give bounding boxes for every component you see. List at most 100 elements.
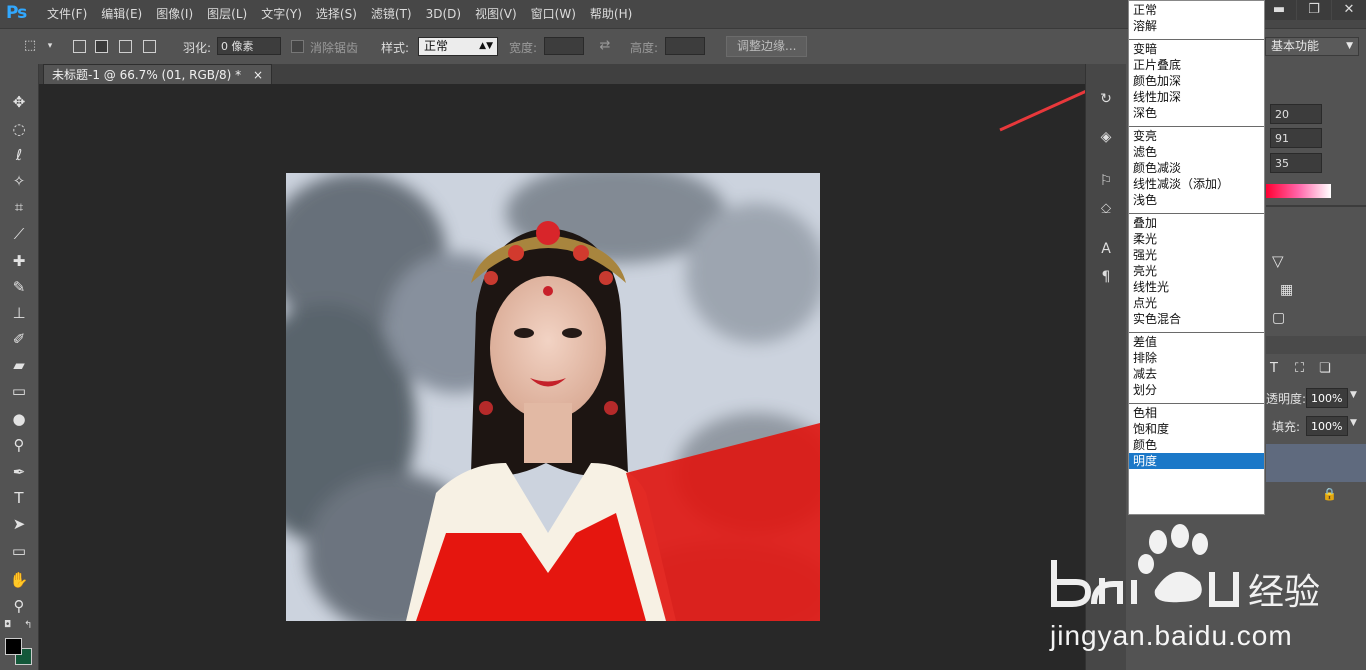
clone-stamp-icon[interactable]: ⊥ [8, 303, 30, 323]
menu-type[interactable]: 文字(Y) [254, 0, 309, 28]
dodge-tool-icon[interactable]: ⚲ [8, 435, 30, 455]
blend-item[interactable]: 差值 [1129, 334, 1264, 350]
blend-item[interactable]: 颜色 [1129, 437, 1264, 453]
height-input[interactable] [665, 37, 705, 55]
close-tab-icon[interactable]: × [253, 68, 263, 82]
chevron-down-icon[interactable]: ▼ [1350, 390, 1357, 400]
style-select[interactable]: 正常 ▲▼ [418, 37, 498, 56]
move-tool-icon[interactable]: ✥ [8, 92, 30, 112]
hand-tool-icon[interactable]: ✋ [8, 570, 30, 590]
blur-tool-icon[interactable]: ● [8, 409, 30, 429]
blend-item[interactable]: 溶解 [1129, 18, 1264, 34]
foreground-color-swatch[interactable] [5, 638, 22, 655]
eyedropper-icon[interactable]: ⟋ [8, 224, 30, 244]
blend-item[interactable]: 线性光 [1129, 279, 1264, 295]
color-b-input[interactable]: 35 [1270, 153, 1322, 173]
color-ramp[interactable] [1266, 184, 1331, 198]
adjustment-square-icon[interactable]: ▢ [1272, 310, 1285, 326]
menu-view[interactable]: 视图(V) [468, 0, 524, 28]
history-icon[interactable]: ↻ [1096, 90, 1116, 108]
blend-item[interactable]: 饱和度 [1129, 421, 1264, 437]
blend-item[interactable]: 实色混合 [1129, 311, 1264, 327]
minimize-button[interactable]: ▬ [1262, 0, 1296, 20]
color-g-input[interactable]: 91 [1270, 128, 1322, 148]
swap-colors-icon[interactable]: ↰ [24, 620, 32, 631]
blend-item[interactable]: 深色 [1129, 105, 1264, 121]
shape-filter-icon[interactable]: ⛶ [1295, 361, 1304, 376]
close-button[interactable]: ✕ [1332, 0, 1366, 20]
blend-item[interactable]: 正片叠底 [1129, 57, 1264, 73]
intersect-selection-icon[interactable] [143, 40, 156, 53]
menu-file[interactable]: 文件(F) [40, 0, 94, 28]
adjustment-triangle-icon[interactable]: ▽ [1272, 252, 1284, 270]
blend-item[interactable]: 叠加 [1129, 215, 1264, 231]
new-selection-icon[interactable] [73, 40, 86, 53]
blend-item[interactable]: 线性减淡（添加） [1129, 176, 1264, 192]
document-tab[interactable]: 未标题-1 @ 66.7% (01, RGB/8) * × [43, 64, 273, 85]
blend-item[interactable]: 柔光 [1129, 231, 1264, 247]
brush-tool-icon[interactable]: ✎ [8, 277, 30, 297]
subtract-selection-icon[interactable] [119, 40, 132, 53]
restore-button[interactable]: ❐ [1297, 0, 1331, 20]
add-selection-icon[interactable] [95, 40, 108, 53]
type-tool-icon[interactable]: T [8, 488, 30, 508]
color-r-input[interactable]: 20 [1270, 104, 1322, 124]
workspace-select[interactable]: 基本功能 ▼ [1265, 37, 1359, 56]
antialias-checkbox[interactable] [291, 40, 304, 53]
3d-icon[interactable]: ◈ [1096, 128, 1116, 146]
menu-filter[interactable]: 滤镜(T) [364, 0, 419, 28]
pen-tool-icon[interactable]: ✒ [8, 462, 30, 482]
document-canvas-image[interactable] [286, 173, 820, 621]
menu-image[interactable]: 图像(I) [149, 0, 200, 28]
menu-select[interactable]: 选择(S) [309, 0, 364, 28]
blend-item[interactable]: 浅色 [1129, 192, 1264, 208]
default-colors-icon[interactable]: ◘ [4, 620, 11, 630]
character-icon[interactable]: A [1096, 240, 1116, 258]
gradient-icon[interactable]: ▭ [8, 381, 30, 401]
blend-item[interactable]: 滤色 [1129, 144, 1264, 160]
crop-tool-icon[interactable]: ⌗ [8, 197, 30, 217]
blend-mode-dropdown[interactable]: 正常 溶解 变暗 正片叠底 颜色加深 线性加深 深色 变亮 滤色 颜色减淡 线性… [1128, 0, 1265, 515]
tool-preset-chevron-icon[interactable]: ▾ [42, 38, 58, 54]
fill-input[interactable]: 100% [1306, 416, 1348, 436]
blend-item-selected[interactable]: 明度 [1129, 453, 1264, 469]
layer-row[interactable] [1266, 482, 1366, 522]
blend-item[interactable]: 变暗 [1129, 41, 1264, 57]
feather-input[interactable]: 0 像素 [217, 37, 281, 55]
menu-help[interactable]: 帮助(H) [583, 0, 639, 28]
zoom-tool-icon[interactable]: ⚲ [8, 596, 30, 616]
refine-edge-button[interactable]: 调整边缘... [726, 36, 808, 57]
grid-icon[interactable]: ▦ [1280, 282, 1293, 298]
menu-layer[interactable]: 图层(L) [200, 0, 254, 28]
path-selection-icon[interactable]: ➤ [8, 514, 30, 534]
blend-item[interactable]: 色相 [1129, 405, 1264, 421]
blend-item[interactable]: 变亮 [1129, 128, 1264, 144]
menu-edit[interactable]: 编辑(E) [94, 0, 149, 28]
blend-item[interactable]: 划分 [1129, 382, 1264, 398]
menu-3d[interactable]: 3D(D) [419, 0, 468, 28]
rectangle-tool-icon[interactable]: ▭ [8, 541, 30, 561]
blend-item[interactable]: 排除 [1129, 350, 1264, 366]
menu-window[interactable]: 窗口(W) [524, 0, 583, 28]
blend-item[interactable]: 正常 [1129, 2, 1264, 18]
type-filter-icon[interactable]: T [1270, 361, 1278, 376]
width-input[interactable] [544, 37, 584, 55]
paragraph-icon[interactable]: ¶ [1096, 268, 1116, 286]
chevron-down-icon[interactable]: ▼ [1350, 418, 1357, 428]
blend-item[interactable]: 点光 [1129, 295, 1264, 311]
history-brush-icon[interactable]: ✐ [8, 329, 30, 349]
clone-source-icon[interactable]: ⎐ [1096, 200, 1116, 218]
swap-icon[interactable]: ⇄ [597, 38, 613, 54]
brush-presets-icon[interactable]: ⚐ [1096, 172, 1116, 190]
blend-item[interactable]: 亮光 [1129, 263, 1264, 279]
lasso-tool-icon[interactable]: ℓ [8, 145, 30, 165]
layer-row-selected[interactable] [1266, 444, 1366, 482]
elliptical-marquee-icon[interactable]: ◌ [8, 119, 30, 139]
blend-item[interactable]: 颜色减淡 [1129, 160, 1264, 176]
blend-item[interactable]: 强光 [1129, 247, 1264, 263]
blend-item[interactable]: 线性加深 [1129, 89, 1264, 105]
magic-wand-icon[interactable]: ✧ [8, 171, 30, 191]
eraser-icon[interactable]: ▰ [8, 355, 30, 375]
opacity-input[interactable]: 100% [1306, 388, 1348, 408]
rect-marquee-icon[interactable]: ⬚ [22, 38, 38, 54]
